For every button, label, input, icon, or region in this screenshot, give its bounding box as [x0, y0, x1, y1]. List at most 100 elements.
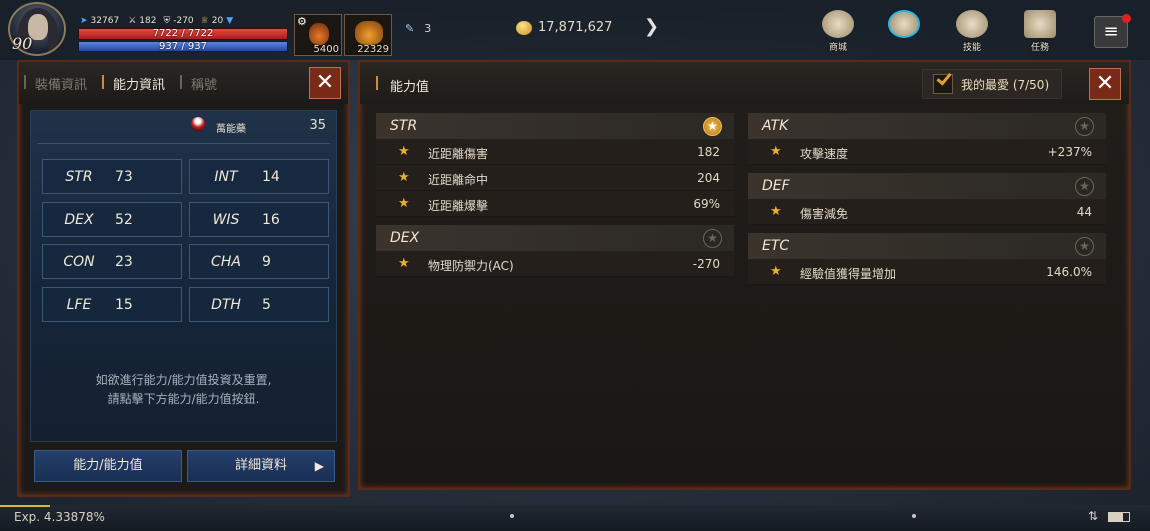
- favorite-star-icon[interactable]: ★: [1075, 117, 1094, 136]
- stat-value: -270: [692, 257, 720, 271]
- trophy-icon: ♕: [200, 16, 209, 26]
- tab-equipment-info[interactable]: 裝備資訊: [23, 74, 87, 93]
- stat-value: +237%: [1047, 145, 1092, 159]
- stat-box-lfe: LFE 15: [42, 287, 182, 322]
- stat-label: 近距離爆擊: [428, 199, 489, 213]
- star-icon: ★: [770, 204, 782, 219]
- group-header: ETC ★: [748, 233, 1106, 259]
- crystal-value: 3: [424, 22, 432, 35]
- tab-ability-info[interactable]: 能力資訊: [102, 74, 165, 93]
- shield-icon: ⛨: [163, 16, 171, 26]
- favorite-star-icon[interactable]: ★: [703, 117, 722, 136]
- star-icon: ★: [398, 256, 410, 271]
- crystal-count: ✎ 3: [405, 22, 431, 35]
- scroll-icon: [1024, 10, 1056, 38]
- stat-box-wis: WIS 16: [189, 202, 329, 237]
- stat-box-int: INT 14: [189, 159, 329, 194]
- shop-menu[interactable]: 商城: [814, 10, 862, 56]
- stat-row: ★ 物理防禦力(AC) -270: [376, 251, 734, 277]
- stat-key: INT: [214, 168, 238, 185]
- pouch-slot[interactable]: 22329: [344, 14, 392, 56]
- group-header: STR ★: [376, 113, 734, 139]
- attack-value: 182: [139, 16, 157, 26]
- skills-menu[interactable]: 技能: [948, 10, 996, 56]
- coin-icon: [516, 20, 532, 35]
- stat-value: 204: [697, 171, 720, 185]
- stat-values-panel: 能力值 我的最愛 (7/50) ✕ STR ★ ★ 近距離傷害 182 ★ 近距…: [358, 60, 1131, 490]
- favorite-star-icon[interactable]: ★: [1075, 237, 1094, 256]
- stat-value: 9: [262, 253, 271, 270]
- stat-key: WIS: [212, 211, 240, 228]
- clan-menu[interactable]: [880, 10, 928, 56]
- tab-titles[interactable]: 稱號: [180, 74, 217, 93]
- stat-value: 14: [262, 168, 280, 185]
- crystal-icon: ✎: [405, 22, 415, 35]
- elixir-row: 萬能藥 35: [31, 111, 336, 139]
- stat-value: 73: [115, 168, 133, 185]
- group-name: DEF: [762, 178, 790, 194]
- stat-key: CON: [63, 253, 95, 270]
- stat-label: 近距離傷害: [428, 147, 489, 161]
- divider: [37, 143, 330, 144]
- detail-info-label: 詳細資料: [234, 458, 287, 473]
- hp-bar: 7722 / 7722: [78, 28, 288, 40]
- quests-menu[interactable]: 任務: [1016, 10, 1064, 56]
- group-header: DEF ★: [748, 173, 1106, 199]
- battery-icon: [1108, 512, 1130, 522]
- signal-icon: ⇅: [1088, 509, 1099, 523]
- rank-value: 20: [211, 16, 224, 26]
- stat-value: 146.0%: [1046, 265, 1092, 279]
- stat-box-con: CON 23: [42, 244, 182, 279]
- stat-label: 物理防禦力(AC): [428, 259, 514, 273]
- group-name: DEX: [390, 230, 420, 246]
- stat-label: 經驗值獲得量增加: [800, 267, 897, 281]
- favorite-star-icon[interactable]: ★: [703, 229, 722, 248]
- ability-points-label: 能力/能力值: [73, 458, 143, 473]
- shop-icon: [822, 10, 854, 38]
- stat-value: 52: [115, 211, 133, 228]
- star-icon: ★: [398, 170, 410, 185]
- stat-value: 44: [1076, 205, 1092, 219]
- exp-bar: Exp. 4.33878%: [0, 505, 1150, 531]
- hint-text: 如欲進行能力/能力值投資及重置, 請點擊下方能力/能力值按鈕.: [31, 371, 336, 409]
- group-header: ATK ★: [748, 113, 1106, 139]
- page-dot: [912, 514, 916, 518]
- stat-row: ★ 傷害減免 44: [748, 199, 1106, 225]
- group-name: STR: [390, 118, 418, 134]
- gear-icon: ⚙: [297, 15, 307, 28]
- potion-slot[interactable]: ⚙ 5400: [294, 14, 342, 56]
- buff-icon: ▼: [226, 16, 234, 26]
- group-name: ETC: [762, 238, 790, 254]
- checkbox-icon: [933, 69, 953, 94]
- group-header: DEX ★: [376, 225, 734, 251]
- stat-box-cha: CHA 9: [189, 244, 329, 279]
- stat-values-header: 能力值 我的最愛 (7/50) ✕: [360, 62, 1129, 104]
- potion-icon: [309, 23, 329, 45]
- close-left-panel-button[interactable]: ✕: [309, 67, 341, 99]
- mp-bar: 937 / 937: [78, 41, 288, 52]
- hint-line-1: 如欲進行能力/能力值投資及重置,: [95, 373, 272, 387]
- close-right-panel-button[interactable]: ✕: [1089, 68, 1121, 100]
- hint-line-2: 請點擊下方能力/能力值按鈕.: [107, 392, 260, 406]
- star-icon: ★: [398, 144, 410, 159]
- stat-box-dex: DEX 52: [42, 202, 182, 237]
- stat-key: DTH: [211, 296, 241, 313]
- character-info-panel: 裝備資訊 能力資訊 稱號 ✕ 萬能藥 35 STR 73 INT 14 DEX …: [17, 60, 350, 497]
- title-accent: [376, 76, 378, 90]
- play-arrow-icon: ▶: [314, 459, 324, 473]
- favorites-toggle[interactable]: 我的最愛 (7/50): [922, 69, 1062, 99]
- favorite-star-icon[interactable]: ★: [1075, 177, 1094, 196]
- hp-text: 7722 / 7722: [152, 28, 214, 39]
- ability-points-button[interactable]: 能力/能力值: [34, 450, 182, 482]
- detail-info-button[interactable]: 詳細資料 ▶: [187, 450, 335, 482]
- stat-key: LFE: [66, 296, 92, 313]
- stat-row: ★ 經驗值獲得量增加 146.0%: [748, 259, 1106, 285]
- group-def: DEF ★ ★ 傷害減免 44: [748, 173, 1106, 225]
- stat-value: 23: [115, 253, 133, 270]
- pouch-qty: 22329: [357, 44, 389, 55]
- stat-label: 傷害減免: [800, 207, 849, 221]
- expand-arrow-icon[interactable]: ❯: [644, 16, 659, 37]
- clan-icon: [888, 10, 920, 38]
- group-str: STR ★ ★ 近距離傷害 182 ★ 近距離命中 204 ★ 近距離爆擊 69…: [376, 113, 734, 217]
- star-icon: ★: [398, 196, 410, 211]
